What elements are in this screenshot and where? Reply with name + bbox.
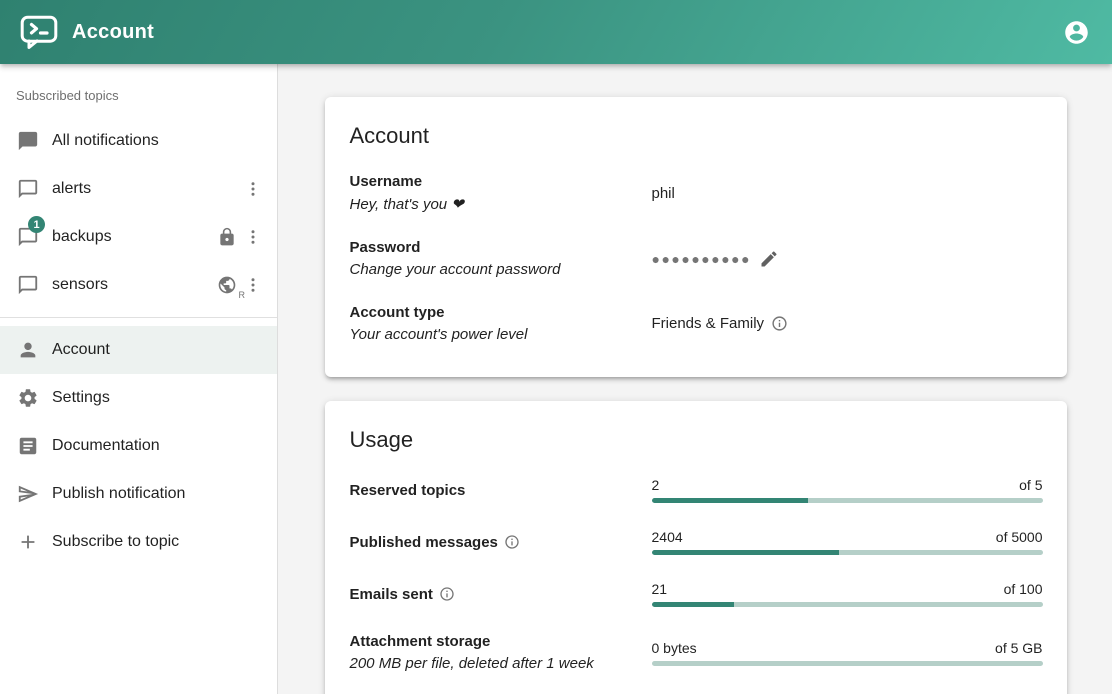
info-icon[interactable] <box>439 586 455 602</box>
sidebar-item-all-notifications[interactable]: All notifications <box>0 117 277 165</box>
published-messages-label: Published messages <box>350 534 498 551</box>
page-title: Account <box>72 21 1060 44</box>
progress-bar <box>652 661 1043 666</box>
sidebar-item-account[interactable]: Account <box>0 326 277 374</box>
progress-bar <box>652 550 1043 555</box>
account-card-title: Account <box>350 123 1043 149</box>
nav-label: Publish notification <box>52 485 267 503</box>
usage-limit: of 100 <box>1004 581 1043 597</box>
password-masked-value: ●●●●●●●●●● <box>652 251 752 267</box>
globe-icon: R <box>215 273 239 297</box>
username-row: Username Hey, that's you ❤ phil <box>350 173 1043 213</box>
usage-value: 2404 <box>652 529 683 545</box>
sidebar-divider <box>0 317 277 318</box>
plus-icon <box>16 530 40 554</box>
usage-limit: of 5000 <box>996 529 1043 545</box>
account-type-row: Account type Your account's power level … <box>350 304 1043 343</box>
sidebar-item-settings[interactable]: Settings <box>0 374 277 422</box>
account-menu-button[interactable] <box>1060 16 1092 48</box>
progress-fill <box>652 602 734 607</box>
reserved-topics-row: Reserved topics 2 of 5 <box>350 477 1043 503</box>
attachment-storage-row: Attachment storage 200 MB per file, dele… <box>350 633 1043 672</box>
topic-label: backups <box>52 228 211 246</box>
subscribed-topics-label: Subscribed topics <box>0 72 277 117</box>
attachment-storage-subtitle: 200 MB per file, deleted after 1 week <box>350 655 652 672</box>
username-value: phil <box>652 185 1043 202</box>
usage-limit: of 5 GB <box>995 640 1042 656</box>
account-card: Account Username Hey, that's you ❤ phil … <box>325 97 1067 377</box>
send-icon <box>16 482 40 506</box>
ntfy-logo-icon <box>20 15 58 49</box>
username-subtitle: Hey, that's you ❤ <box>350 195 652 213</box>
nav-label: Settings <box>52 389 267 407</box>
progress-bar <box>652 498 1043 503</box>
globe-reserved-sub: R <box>239 290 246 300</box>
sidebar: Subscribed topics All notifications aler… <box>0 64 278 694</box>
chat-bubble-filled-icon <box>16 129 40 153</box>
app-bar: Account <box>0 0 1112 64</box>
progress-fill <box>652 550 840 555</box>
nav-label: Account <box>52 341 267 359</box>
chat-bubble-outline-icon <box>16 273 40 297</box>
sidebar-item-publish-notification[interactable]: Publish notification <box>0 470 277 518</box>
info-icon[interactable] <box>504 534 520 550</box>
sidebar-item-subscribe-to-topic[interactable]: Subscribe to topic <box>0 518 277 566</box>
chat-bubble-outline-icon <box>16 177 40 201</box>
topic-menu-button[interactable] <box>239 175 267 203</box>
emails-sent-meter: 21 of 100 <box>652 581 1043 607</box>
account-circle-icon <box>1063 19 1090 46</box>
progress-bar <box>652 602 1043 607</box>
progress-fill <box>652 498 808 503</box>
topic-label: sensors <box>52 276 211 294</box>
nav-label: Documentation <box>52 437 267 455</box>
usage-limit: of 5 <box>1019 477 1042 493</box>
gear-icon <box>16 386 40 410</box>
account-type-subtitle: Your account's power level <box>350 326 652 343</box>
topic-label: alerts <box>52 180 239 198</box>
topic-menu-button[interactable] <box>239 223 267 251</box>
info-icon[interactable] <box>771 315 788 332</box>
main-content: Account Username Hey, that's you ❤ phil … <box>279 64 1112 694</box>
usage-card: Usage Reserved topics 2 of 5 Published m… <box>325 401 1067 694</box>
emails-sent-row: Emails sent 21 of 100 <box>350 581 1043 607</box>
reserved-topics-label: Reserved topics <box>350 482 652 499</box>
topic-label: All notifications <box>52 132 267 150</box>
usage-value: 0 bytes <box>652 640 697 656</box>
edit-password-button[interactable] <box>759 249 779 269</box>
unread-count-badge: 1 <box>28 216 45 233</box>
attachment-storage-label: Attachment storage <box>350 633 652 650</box>
usage-card-title: Usage <box>350 427 1043 453</box>
password-subtitle: Change your account password <box>350 261 652 278</box>
sidebar-item-alerts[interactable]: alerts <box>0 165 277 213</box>
sidebar-item-sensors[interactable]: sensors R <box>0 261 277 309</box>
nav-label: Subscribe to topic <box>52 533 267 551</box>
article-icon <box>16 434 40 458</box>
pencil-icon <box>759 249 779 269</box>
emails-sent-label: Emails sent <box>350 586 433 603</box>
account-type-label: Account type <box>350 304 652 321</box>
password-label: Password <box>350 239 652 256</box>
usage-value: 21 <box>652 581 668 597</box>
published-messages-meter: 2404 of 5000 <box>652 529 1043 555</box>
password-row: Password Change your account password ●●… <box>350 239 1043 278</box>
username-label: Username <box>350 173 652 190</box>
lock-icon <box>215 225 239 249</box>
person-icon <box>16 338 40 362</box>
published-messages-row: Published messages 2404 of 5000 <box>350 529 1043 555</box>
reserved-topics-meter: 2 of 5 <box>652 477 1043 503</box>
sidebar-item-documentation[interactable]: Documentation <box>0 422 277 470</box>
sidebar-item-backups[interactable]: 1 backups <box>0 213 277 261</box>
usage-value: 2 <box>652 477 660 493</box>
attachment-storage-meter: 0 bytes of 5 GB <box>652 640 1043 666</box>
account-type-value: Friends & Family <box>652 315 765 332</box>
